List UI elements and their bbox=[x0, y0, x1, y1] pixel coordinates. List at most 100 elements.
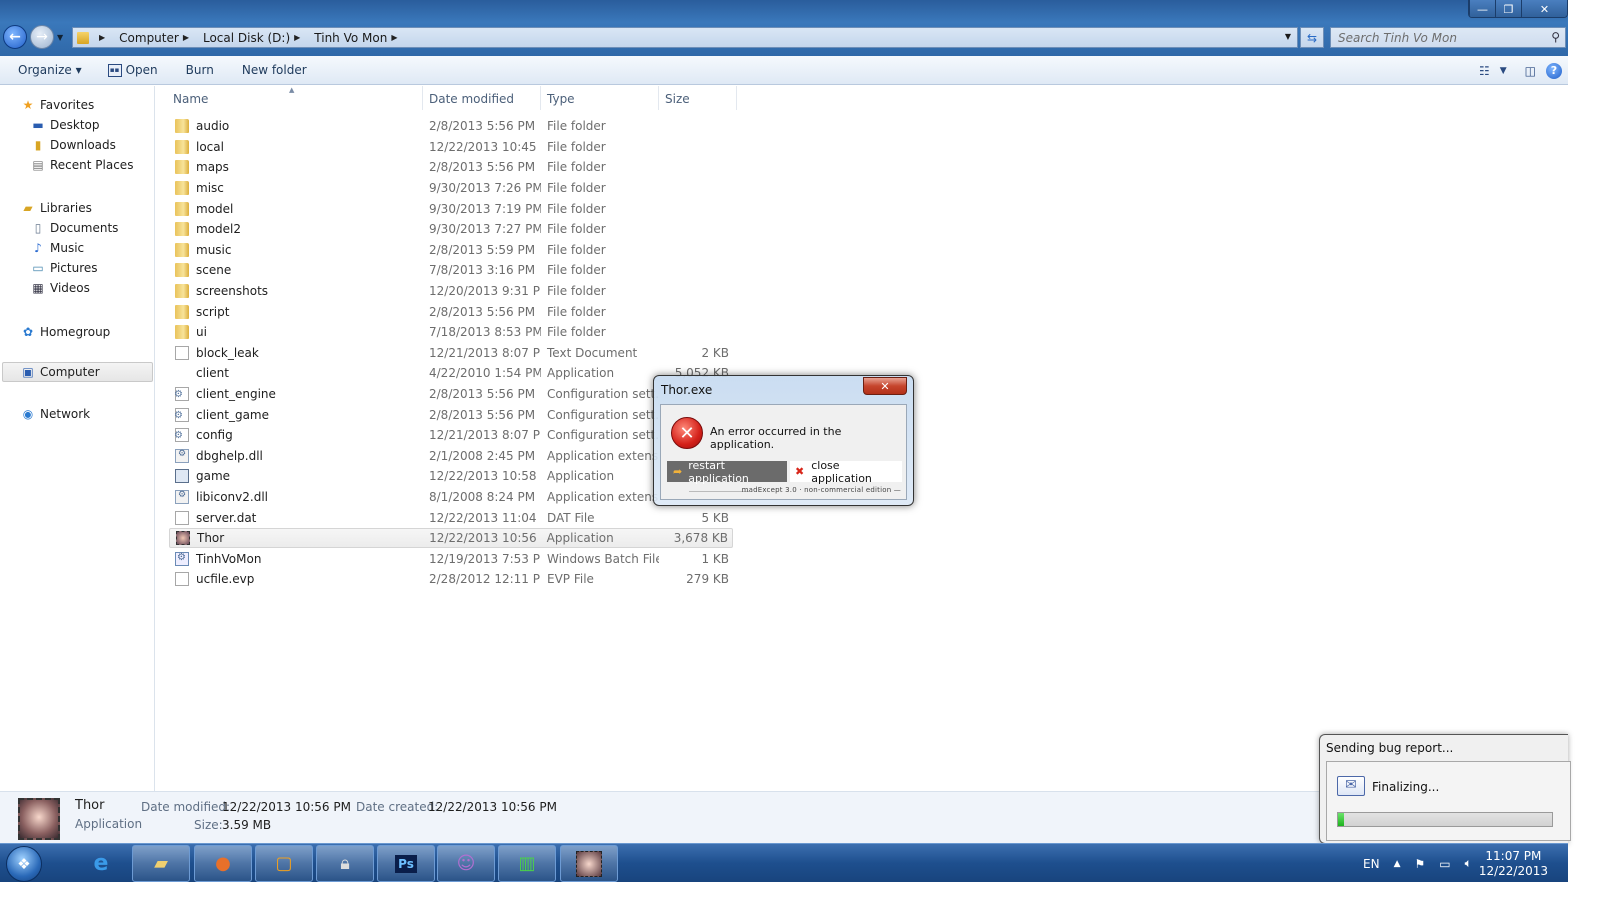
file-type: Configuration sett... bbox=[547, 407, 659, 422]
file-row[interactable]: client 4/22/2010 1:54 PM Application 5,052 … bbox=[169, 363, 733, 384]
file-row[interactable]: script 2/8/2013 5:56 PM File folder bbox=[169, 301, 733, 322]
file-row[interactable]: client_engine 2/8/2013 5:56 PM Configurati… bbox=[169, 384, 733, 405]
new-folder-button[interactable]: New folder bbox=[234, 63, 315, 77]
file-row[interactable]: misc 9/30/2013 7:26 PM File folder bbox=[169, 178, 733, 199]
file-row[interactable]: client_game 2/8/2013 5:56 PM Configuration… bbox=[169, 404, 733, 425]
volume-icon[interactable]: 🔈︎ bbox=[1465, 856, 1472, 871]
file-size: 3,678 KB bbox=[673, 531, 728, 546]
file-name-cell: client bbox=[169, 366, 423, 380]
file-name-cell: misc bbox=[169, 181, 423, 196]
taskbar-app-internet-explorer[interactable]: e bbox=[72, 845, 130, 882]
language-indicator[interactable]: EN bbox=[1363, 857, 1380, 871]
taskbar-app-outlook[interactable]: ▢ bbox=[255, 845, 313, 882]
preview-pane-icon[interactable]: ◫ bbox=[1525, 64, 1536, 78]
file-row[interactable]: block_leak 12/21/2013 8:07 PM Text Documen… bbox=[169, 343, 733, 364]
network-icon[interactable]: ▭ bbox=[1439, 857, 1450, 871]
refresh-button[interactable]: ⇆ bbox=[1300, 27, 1324, 48]
sidebar-favorites[interactable]: ★ Favorites bbox=[0, 95, 155, 115]
breadcrumb-arrow-icon[interactable]: ▶ bbox=[183, 33, 189, 42]
column-header-size[interactable]: Size bbox=[659, 86, 737, 110]
help-icon[interactable]: ? bbox=[1546, 62, 1562, 79]
sidebar-item-downloads[interactable]: ▮ Downloads bbox=[0, 135, 155, 155]
start-button[interactable]: ❖ bbox=[6, 846, 42, 882]
file-row[interactable]: Thor 12/22/2013 10:56 ... Application 3,678… bbox=[169, 527, 733, 549]
taskbar-app-system-monitor[interactable]: ▥ bbox=[498, 845, 556, 882]
sidebar-label: Pictures bbox=[50, 261, 98, 275]
lock-icon: 🔒︎ bbox=[340, 853, 350, 874]
view-options-icon[interactable]: ☷ bbox=[1479, 64, 1490, 78]
clock[interactable]: 11:07 PM 12/22/2013 bbox=[1479, 849, 1548, 879]
file-row[interactable]: model2 9/30/2013 7:27 PM File folder bbox=[169, 219, 733, 240]
close-window-button[interactable]: ✕ bbox=[1521, 0, 1567, 17]
file-row[interactable]: server.dat 12/22/2013 11:04 ... DAT File 5 … bbox=[169, 507, 733, 528]
breadcrumb-computer[interactable]: Computer ▶ bbox=[119, 31, 197, 45]
open-button[interactable]: ▪▪ Open bbox=[100, 63, 166, 77]
taskbar-app-security[interactable]: 🔒︎ bbox=[316, 845, 374, 882]
file-row[interactable]: game 12/22/2013 10:58 ... Application bbox=[169, 466, 733, 487]
breadcrumb-tinh-vo-mon[interactable]: Tinh Vo Mon ▶ bbox=[314, 31, 405, 45]
restore-button[interactable]: ❐ bbox=[1495, 0, 1521, 17]
taskbar-app-windows-explorer[interactable]: ▰ bbox=[132, 845, 190, 882]
sidebar-item-desktop[interactable]: ▬ Desktop bbox=[0, 115, 155, 135]
column-header-date[interactable]: Date modified bbox=[423, 86, 541, 110]
close-application-button[interactable]: ✖ close application bbox=[790, 459, 902, 485]
file-row[interactable]: ucfile.evp 2/28/2012 12:11 PM EVP File 279 … bbox=[169, 569, 733, 590]
breadcrumb-arrow-icon[interactable]: ▶ bbox=[391, 33, 397, 42]
address-dropdown-icon[interactable]: ▼ bbox=[1285, 32, 1291, 41]
breadcrumb-local-disk[interactable]: Local Disk (D:) ▶ bbox=[203, 31, 308, 45]
burn-button[interactable]: Burn bbox=[178, 63, 222, 77]
back-button[interactable]: ← bbox=[3, 25, 27, 49]
file-row[interactable]: config 12/21/2013 8:07 PM Configuration se… bbox=[169, 425, 733, 446]
sidebar-network[interactable]: ◉ Network bbox=[0, 404, 155, 424]
file-name: audio bbox=[196, 119, 230, 134]
recent-pages-dropdown[interactable]: ▼ bbox=[57, 33, 63, 42]
breadcrumb-arrow-icon[interactable]: ▶ bbox=[99, 33, 105, 42]
taskbar-app-firefox[interactable]: ● bbox=[194, 845, 252, 882]
file-name-cell: TinhVoMon bbox=[169, 551, 423, 566]
sidebar-item-documents[interactable]: ▯ Documents bbox=[0, 218, 155, 238]
dialog-close-button[interactable]: ✕ bbox=[863, 377, 907, 395]
sidebar-computer[interactable]: ▣ Computer bbox=[2, 362, 153, 382]
sidebar-libraries[interactable]: ▰ Libraries bbox=[0, 198, 155, 218]
taskbar: ❖ e ▰ ● ▢ 🔒︎ Ps ☺ ▥ EN ▲ ⚑ ▭ 🔈︎ 11:07 PM… bbox=[0, 843, 1568, 882]
file-row[interactable]: local 12/22/2013 10:45 ... File folder bbox=[169, 137, 733, 158]
sidebar-item-recent-places[interactable]: ▤ Recent Places bbox=[0, 155, 155, 175]
file-row[interactable]: model 9/30/2013 7:19 PM File folder bbox=[169, 198, 733, 219]
file-row[interactable]: libiconv2.dll 8/1/2008 8:24 PM Application… bbox=[169, 487, 733, 508]
sidebar-item-music[interactable]: ♪ Music bbox=[0, 238, 155, 258]
close-icon: ✕ bbox=[880, 379, 890, 393]
file-name: script bbox=[196, 304, 230, 319]
file-row[interactable]: audio 2/8/2013 5:56 PM File folder bbox=[169, 116, 733, 137]
file-row[interactable]: TinhVoMon 12/19/2013 7:53 PM Windows Batch… bbox=[169, 548, 733, 569]
view-dropdown-icon[interactable]: ▼ bbox=[1500, 66, 1507, 76]
forward-button[interactable]: → bbox=[30, 25, 54, 49]
file-row[interactable]: ui 7/18/2013 8:53 PM File folder bbox=[169, 322, 733, 343]
sidebar-item-videos[interactable]: ▦ Videos bbox=[0, 278, 155, 298]
show-hidden-icons[interactable]: ▲ bbox=[1394, 859, 1401, 869]
file-row[interactable]: music 2/8/2013 5:59 PM File folder bbox=[169, 240, 733, 261]
file-type: EVP File bbox=[547, 572, 594, 587]
action-center-flag-icon[interactable]: ⚑ bbox=[1415, 857, 1426, 871]
file-row[interactable]: scene 7/8/2013 3:16 PM File folder bbox=[169, 260, 733, 281]
address-bar[interactable]: ▶ Computer ▶ Local Disk (D:) ▶ Tinh Vo Mon… bbox=[72, 27, 1298, 48]
file-name-cell: model2 bbox=[169, 222, 423, 237]
organize-button[interactable]: Organize ▾ bbox=[10, 63, 90, 77]
breadcrumb-label: Tinh Vo Mon bbox=[314, 30, 388, 45]
internet-explorer-icon: e bbox=[93, 851, 109, 876]
taskbar-app-thor[interactable] bbox=[560, 845, 618, 882]
breadcrumb-arrow-icon[interactable]: ▶ bbox=[294, 33, 300, 42]
search-input[interactable]: Search Tinh Vo Mon ⚲ bbox=[1330, 27, 1566, 48]
restart-application-button[interactable]: ➦ restart application bbox=[667, 459, 787, 485]
sidebar-item-pictures[interactable]: ▭ Pictures bbox=[0, 258, 155, 278]
taskbar-app-photoshop[interactable]: Ps bbox=[377, 845, 435, 882]
minimize-button[interactable]: — bbox=[1469, 0, 1495, 17]
column-header-name[interactable]: Name ▲ bbox=[156, 86, 423, 110]
file-row[interactable]: screenshots 12/20/2013 9:31 PM File folder bbox=[169, 281, 733, 302]
bug-report-body: ✉ Finalizing... bbox=[1326, 761, 1571, 841]
file-row[interactable]: dbghelp.dll 2/1/2008 2:45 PM Application e… bbox=[169, 446, 733, 467]
sidebar-homegroup[interactable]: ✿ Homegroup bbox=[0, 322, 155, 342]
search-icon[interactable]: ⚲ bbox=[1551, 30, 1560, 44]
column-header-type[interactable]: Type bbox=[541, 86, 659, 110]
taskbar-app-yahoo-messenger[interactable]: ☺ bbox=[437, 845, 495, 882]
file-row[interactable]: maps 2/8/2013 5:56 PM File folder bbox=[169, 157, 733, 178]
